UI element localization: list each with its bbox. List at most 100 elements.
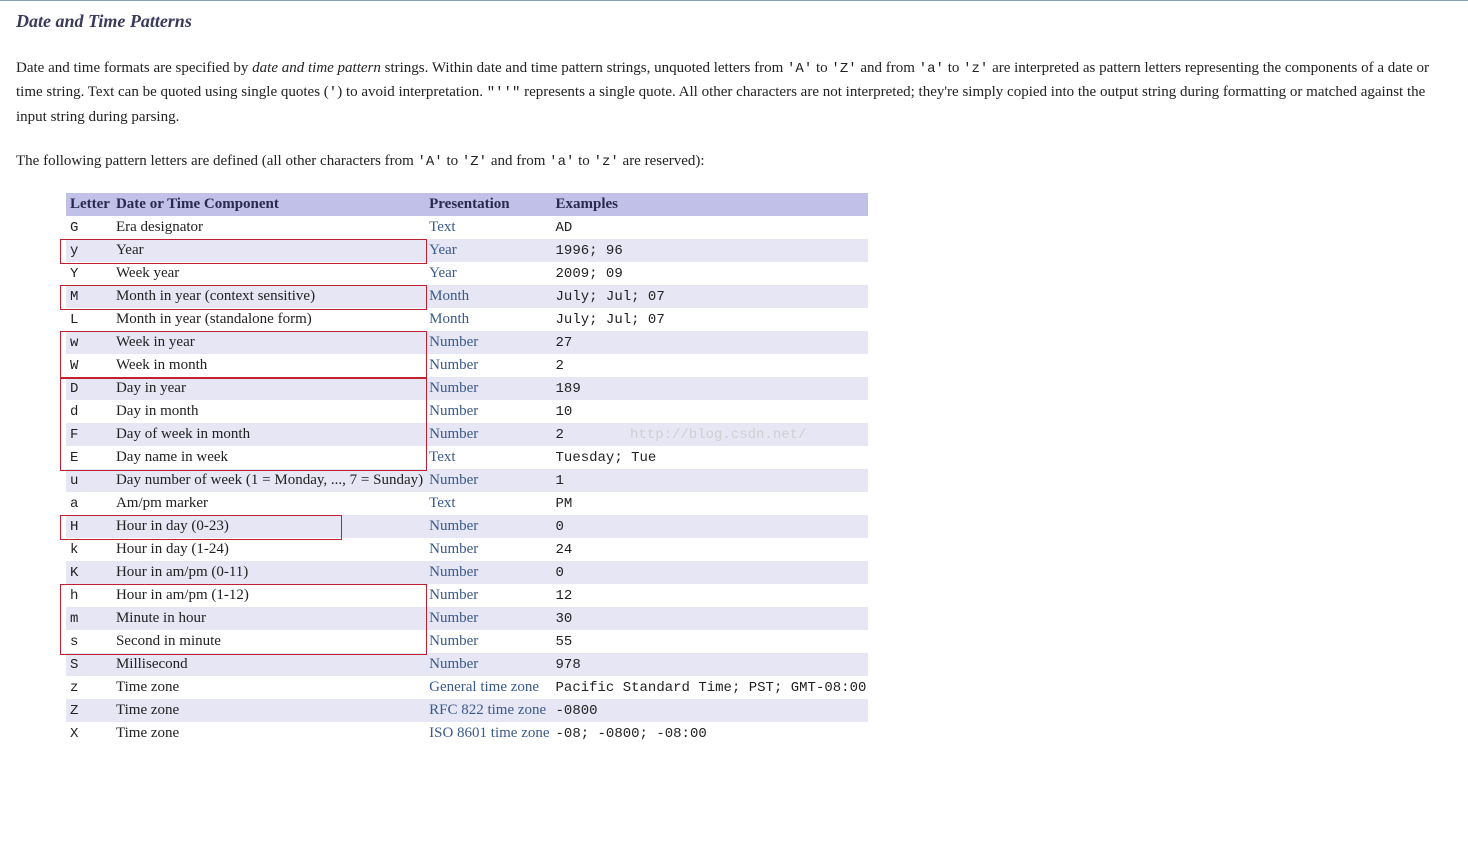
pattern-letter: K [66, 561, 112, 584]
pattern-table: Letter Date or Time Component Presentati… [66, 193, 868, 745]
presentation-link[interactable]: General time zone [429, 679, 539, 695]
pattern-letter: k [66, 538, 112, 561]
pattern-examples: Pacific Standard Time; PST; GMT-08:00 [552, 676, 869, 699]
presentation-link[interactable]: Year [429, 242, 457, 258]
pattern-component: Hour in day (0-23) [112, 515, 425, 538]
table-row: FDay of week in monthNumber2 [66, 423, 868, 446]
presentation-link[interactable]: Number [429, 587, 478, 603]
pattern-examples: 55 [552, 630, 869, 653]
table-row: KHour in am/pm (0-11)Number0 [66, 561, 868, 584]
pattern-examples: PM [552, 492, 869, 515]
pattern-presentation: Number [425, 331, 551, 354]
pattern-component: Day in month [112, 400, 425, 423]
table-row: LMonth in year (standalone form)MonthJul… [66, 308, 868, 331]
table-row: sSecond in minuteNumber55 [66, 630, 868, 653]
pattern-presentation: General time zone [425, 676, 551, 699]
pattern-letter: z [66, 676, 112, 699]
pattern-presentation: Text [425, 446, 551, 469]
pattern-presentation: Number [425, 515, 551, 538]
pattern-examples: 189 [552, 377, 869, 400]
presentation-link[interactable]: Number [429, 334, 478, 350]
pattern-component: Day number of week (1 = Monday, ..., 7 =… [112, 469, 425, 492]
pattern-presentation: Month [425, 308, 551, 331]
pattern-examples: 1996; 96 [552, 239, 869, 262]
presentation-link[interactable]: RFC 822 time zone [429, 702, 546, 718]
pattern-examples: 978 [552, 653, 869, 676]
pattern-presentation: Number [425, 538, 551, 561]
pattern-letter: M [66, 285, 112, 308]
pattern-component: Week in month [112, 354, 425, 377]
pattern-presentation: Number [425, 607, 551, 630]
presentation-link[interactable]: Number [429, 518, 478, 534]
presentation-link[interactable]: Year [429, 265, 457, 281]
pattern-component: Month in year (standalone form) [112, 308, 425, 331]
pattern-component: Time zone [112, 722, 425, 745]
pattern-letter: S [66, 653, 112, 676]
table-row: SMillisecondNumber978 [66, 653, 868, 676]
pattern-presentation: Number [425, 469, 551, 492]
pattern-letter: d [66, 400, 112, 423]
table-row: mMinute in hourNumber30 [66, 607, 868, 630]
presentation-link[interactable]: Number [429, 426, 478, 442]
presentation-link[interactable]: Number [429, 380, 478, 396]
presentation-link[interactable]: Text [429, 219, 455, 235]
presentation-link[interactable]: Number [429, 633, 478, 649]
table-row: wWeek in yearNumber27 [66, 331, 868, 354]
pattern-letter: y [66, 239, 112, 262]
pattern-letter: D [66, 377, 112, 400]
pattern-component: Day name in week [112, 446, 425, 469]
presentation-link[interactable]: Month [429, 311, 469, 327]
table-row: GEra designatorTextAD [66, 216, 868, 239]
pattern-presentation: Text [425, 492, 551, 515]
presentation-link[interactable]: Number [429, 357, 478, 373]
pattern-presentation: Number [425, 400, 551, 423]
presentation-link[interactable]: Number [429, 656, 478, 672]
pattern-presentation: ISO 8601 time zone [425, 722, 551, 745]
pattern-letter: X [66, 722, 112, 745]
table-row: WWeek in monthNumber2 [66, 354, 868, 377]
pattern-examples: July; Jul; 07 [552, 308, 869, 331]
pattern-component: Minute in hour [112, 607, 425, 630]
presentation-link[interactable]: Text [429, 449, 455, 465]
pattern-letter: E [66, 446, 112, 469]
presentation-link[interactable]: Number [429, 472, 478, 488]
pattern-examples: 0 [552, 515, 869, 538]
col-letter: Letter [66, 193, 112, 216]
presentation-link[interactable]: Number [429, 403, 478, 419]
presentation-link[interactable]: Text [429, 495, 455, 511]
table-header-row: Letter Date or Time Component Presentati… [66, 193, 868, 216]
pattern-presentation: Number [425, 630, 551, 653]
pattern-letter: s [66, 630, 112, 653]
table-row: XTime zoneISO 8601 time zone-08; -0800; … [66, 722, 868, 745]
pattern-examples: -0800 [552, 699, 869, 722]
section-title: Date and Time Patterns [16, 11, 1452, 32]
pattern-examples: 24 [552, 538, 869, 561]
pattern-examples: 27 [552, 331, 869, 354]
pattern-component: Hour in am/pm (1-12) [112, 584, 425, 607]
pattern-examples: 12 [552, 584, 869, 607]
table-row: YWeek yearYear2009; 09 [66, 262, 868, 285]
pattern-presentation: Text [425, 216, 551, 239]
pattern-component: Week year [112, 262, 425, 285]
table-row: zTime zoneGeneral time zonePacific Stand… [66, 676, 868, 699]
pattern-component: Month in year (context sensitive) [112, 285, 425, 308]
presentation-link[interactable]: Month [429, 288, 469, 304]
pattern-examples: 2 [552, 354, 869, 377]
col-presentation: Presentation [425, 193, 551, 216]
pattern-component: Year [112, 239, 425, 262]
pattern-letter: G [66, 216, 112, 239]
pattern-examples: 2 [552, 423, 869, 446]
pattern-examples: July; Jul; 07 [552, 285, 869, 308]
pattern-examples: AD [552, 216, 869, 239]
pattern-presentation: Number [425, 561, 551, 584]
pattern-presentation: RFC 822 time zone [425, 699, 551, 722]
table-row: hHour in am/pm (1-12)Number12 [66, 584, 868, 607]
table-row: ZTime zoneRFC 822 time zone-0800 [66, 699, 868, 722]
presentation-link[interactable]: Number [429, 541, 478, 557]
pattern-component: Week in year [112, 331, 425, 354]
presentation-link[interactable]: Number [429, 564, 478, 580]
presentation-link[interactable]: Number [429, 610, 478, 626]
pattern-letter: F [66, 423, 112, 446]
pattern-component: Time zone [112, 699, 425, 722]
presentation-link[interactable]: ISO 8601 time zone [429, 725, 549, 741]
